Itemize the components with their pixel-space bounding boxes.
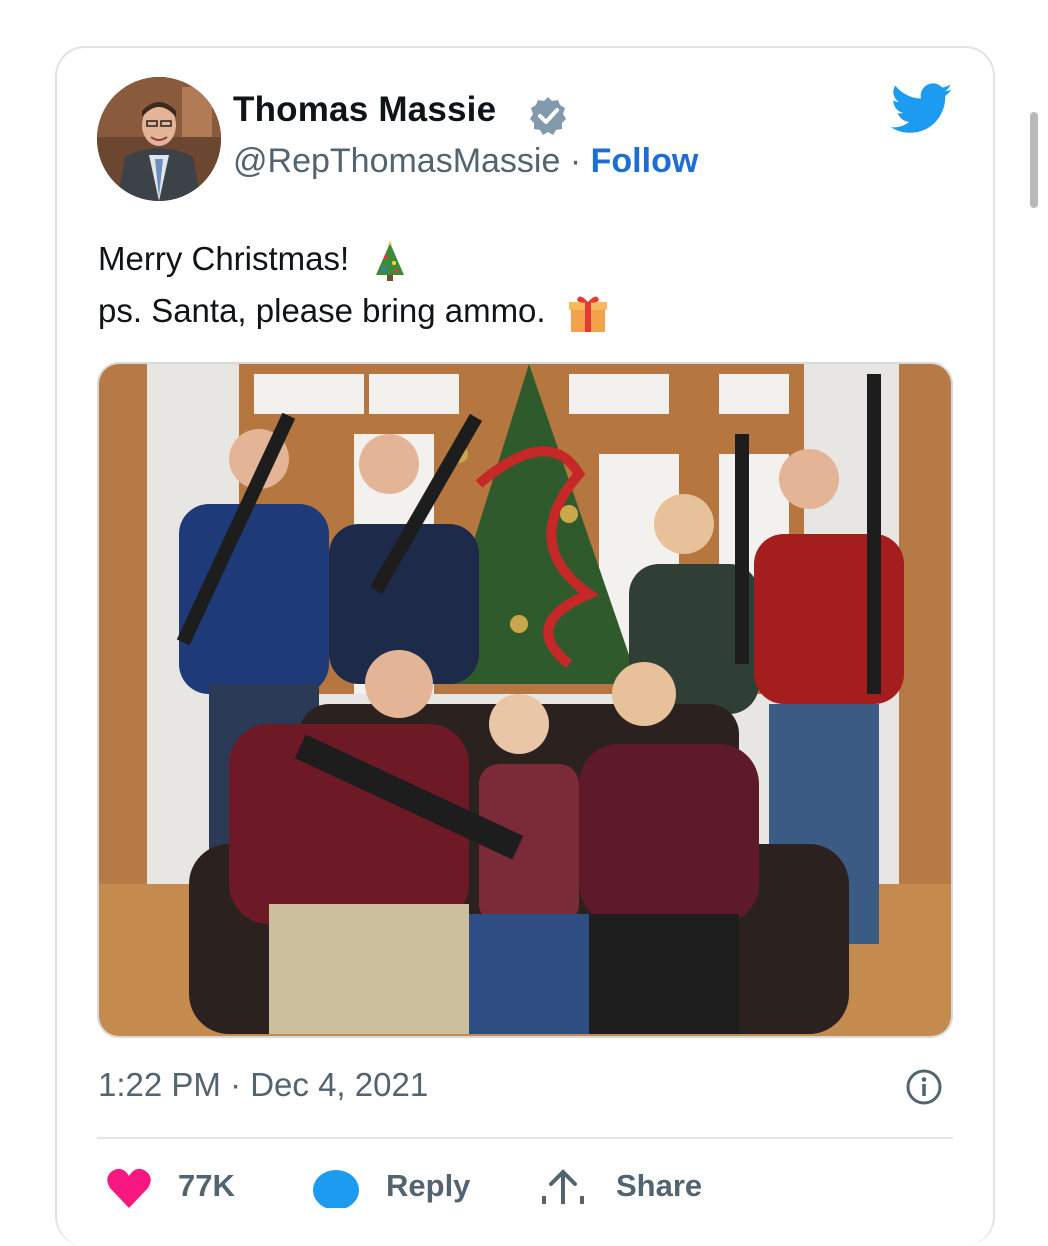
tweet-line-1-text: Merry Christmas!	[98, 240, 350, 277]
follow-button[interactable]: Follow	[591, 142, 699, 180]
twitter-bird-icon[interactable]	[891, 82, 953, 136]
verified-badge-icon	[530, 97, 566, 135]
share-icon[interactable]	[540, 1168, 586, 1204]
tweet-line-2: ps. Santa, please bring ammo.	[98, 285, 609, 337]
gift-icon	[568, 296, 607, 333]
reply-button[interactable]: Reply	[386, 1168, 470, 1204]
separator: ·	[569, 142, 582, 180]
like-count[interactable]: 77K	[178, 1168, 235, 1204]
tweet-text: Merry Christmas! ps. Santa, please bring…	[98, 233, 609, 337]
scrollbar[interactable]	[1030, 112, 1038, 208]
tweet-photo[interactable]	[97, 362, 953, 1038]
tweet-timestamp[interactable]: 1:22 PM · Dec 4, 2021	[98, 1066, 428, 1104]
divider	[97, 1137, 953, 1139]
heart-icon[interactable]	[106, 1168, 152, 1208]
tweet-line-1: Merry Christmas!	[98, 233, 609, 285]
tweet-line-2-text: ps. Santa, please bring ammo.	[98, 292, 546, 329]
avatar[interactable]	[97, 77, 221, 201]
reply-icon[interactable]	[312, 1168, 360, 1208]
share-button[interactable]: Share	[616, 1168, 702, 1204]
author-name[interactable]: Thomas Massie	[233, 90, 496, 130]
handle-row: @RepThomasMassie · Follow	[233, 142, 698, 181]
christmas-tree-icon	[376, 241, 405, 282]
author-handle[interactable]: @RepThomasMassie	[233, 142, 560, 180]
info-icon[interactable]	[905, 1068, 943, 1106]
